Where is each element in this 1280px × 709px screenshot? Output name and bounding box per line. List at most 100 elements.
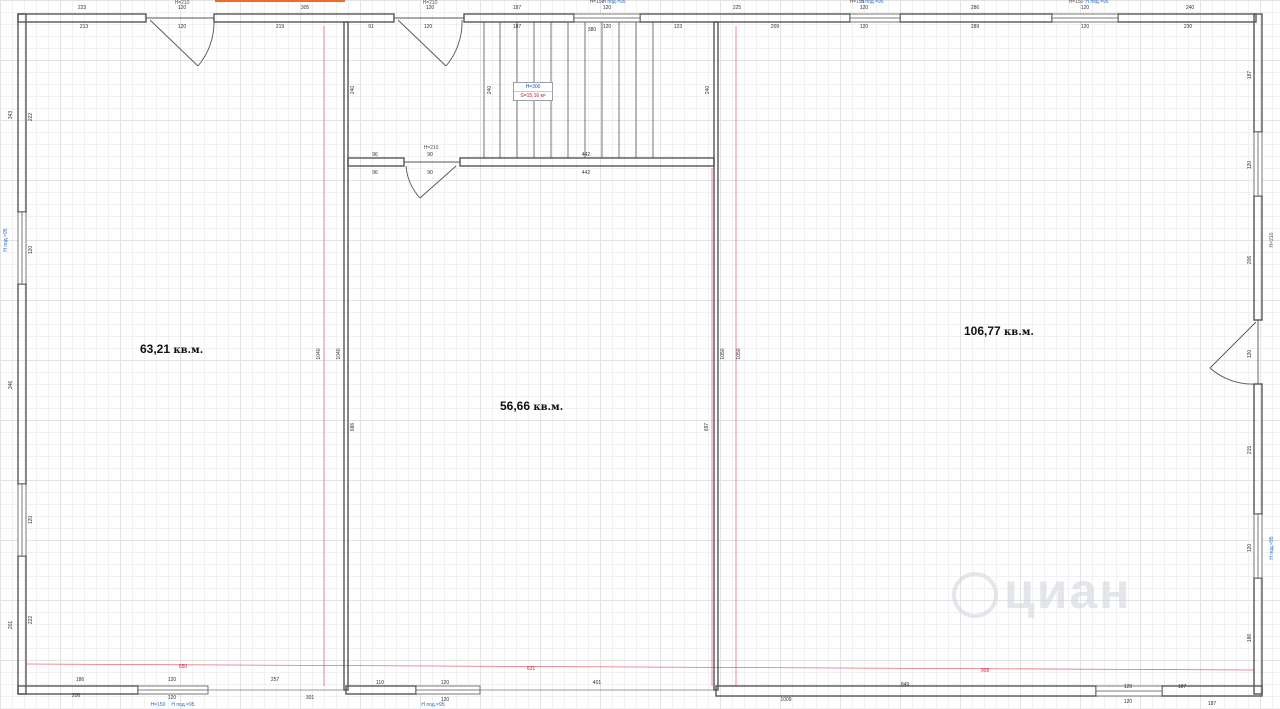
partition-dimension-label: 90	[427, 152, 433, 158]
top-inner-dimension-label: 219	[276, 24, 285, 30]
top-inner-dimension-label: 120	[603, 24, 612, 30]
opening-height-label: H=150	[1069, 0, 1084, 5]
partition-dimension-label: 96	[372, 152, 378, 158]
room-left-area: 63,21 кв.м.	[140, 342, 203, 356]
partition-dimension-label: 442	[582, 170, 591, 176]
bottom-outer-dimension-label: 120	[1124, 699, 1133, 705]
top-inner-dimension-label: 187	[513, 24, 522, 30]
partition-dimension-label: 442	[582, 152, 591, 158]
right-side-dimension-label: 120	[1247, 161, 1253, 170]
top-inner-dimension-label: 230	[1184, 24, 1193, 30]
top-inner-dimension-label: 120	[1081, 24, 1090, 30]
top-inner-dimension-label: 380	[588, 27, 597, 33]
top-outer-dimension-label: 223	[78, 5, 87, 11]
room-left-area-unit: кв.м.	[173, 345, 204, 356]
top-outer-dimension-label: 305	[301, 5, 310, 11]
red-guide-dimension-label: 908	[981, 668, 990, 674]
right-side-dimension-label: 206	[1247, 256, 1253, 265]
window-note-label: H под.=95	[3, 228, 9, 251]
bottom-outer-dimension-label: 206	[72, 693, 81, 699]
left-side-dimension-label: 222	[28, 113, 34, 122]
right-side-dimension-label: 120	[1247, 544, 1253, 553]
watermark-text: циан	[1004, 563, 1132, 619]
vertical-long-dimension-label: 697	[704, 423, 710, 432]
top-outer-dimension-label: 187	[513, 5, 522, 11]
red-guide-dimension-label: 650	[179, 664, 188, 670]
right-side-dimension-label: 120	[1247, 350, 1253, 359]
top-inner-dimension-label: 289	[971, 24, 980, 30]
left-side-dimension-label: 343	[8, 111, 14, 120]
room-right-area-value: 106,77	[964, 324, 1001, 338]
bottom-inner-dimension-label: 186	[76, 677, 85, 683]
top-outer-dimension-label: 120	[1081, 5, 1090, 11]
top-inner-dimension-label: 120	[860, 24, 869, 30]
partition-dimension-label: 240	[705, 86, 711, 95]
stair-height: H=300	[525, 84, 541, 90]
window-note-label: H=150	[151, 702, 166, 708]
opening-height-label: H=210	[175, 0, 190, 6]
window-note-label: H под.=95	[1269, 536, 1275, 559]
opening-height-label: H=210	[423, 0, 438, 6]
vertical-long-dimension-label: 1050	[736, 348, 742, 359]
window-note-label: H под.=95	[602, 0, 625, 5]
right-side-dimension-label: 186	[1247, 634, 1253, 643]
doors	[146, 17, 1259, 385]
top-outer-dimension-label: 120	[603, 5, 612, 11]
bottom-inner-dimension-label: 120	[168, 677, 177, 683]
vertical-long-dimension-label: 1040	[336, 348, 342, 359]
room-left-area-value: 63,21	[140, 342, 171, 356]
window-note-label: H под.=95	[860, 0, 883, 5]
partition-dimension-label: 240	[350, 86, 356, 95]
top-inner-dimension-label: 213	[80, 24, 89, 30]
top-inner-dimension-label: 209	[771, 24, 780, 30]
partition-dimension-label: 90	[427, 170, 433, 176]
bottom-outer-dimension-label: 120	[168, 695, 177, 701]
vertical-long-dimension-label: 686	[350, 423, 356, 432]
stair-area: S=15,16 м²	[514, 91, 552, 100]
bottom-inner-dimension-label: 120	[1124, 684, 1133, 690]
top-inner-dimension-label: 91	[368, 24, 374, 30]
top-inner-dimension-label: 120	[424, 24, 433, 30]
right-side-dimension-label: 187	[1247, 71, 1253, 80]
bottom-inner-dimension-label: 120	[441, 680, 450, 686]
left-side-dimension-label: 222	[28, 616, 34, 625]
window-note-label: H под.=95	[421, 702, 444, 708]
bottom-inner-dimension-label: 257	[271, 677, 280, 683]
stair-tag[interactable]: H=300 S=15,16 м²	[513, 82, 553, 101]
top-inner-dimension-label: 120	[178, 24, 187, 30]
top-outer-dimension-label: 225	[733, 5, 742, 11]
top-outer-dimension-label: 120	[860, 5, 869, 11]
room-center-area: 56,66 кв.м.	[500, 399, 563, 413]
right-side-dimension-label: 215	[1247, 446, 1253, 455]
interior-walls	[343, 21, 719, 691]
partition-dimension-label: 96	[372, 170, 378, 176]
left-side-dimension-label: 120	[28, 516, 34, 525]
red-guide-dimension-label: 631	[527, 666, 536, 672]
bottom-outer-dimension-label: 187	[1208, 701, 1217, 707]
bottom-inner-dimension-label: 849	[901, 682, 910, 688]
room-right-area-unit: кв.м.	[1004, 327, 1034, 338]
opening-height-label: H=210	[1269, 232, 1275, 247]
vertical-long-dimension-label: 1040	[316, 348, 322, 359]
bottom-outer-dimension-label: 1009	[780, 697, 791, 703]
top-inner-dimension-label: 123	[674, 24, 683, 30]
partition-dimension-label: 240	[487, 86, 493, 95]
left-side-dimension-label: 120	[28, 246, 34, 255]
room-right-area: 106,77 кв.м.	[964, 324, 1034, 338]
left-side-dimension-label: 346	[8, 381, 14, 390]
window-note-label: H под.=95	[171, 702, 194, 708]
room-center-area-value: 56,66	[500, 399, 531, 413]
top-outer-dimension-label: 240	[1186, 5, 1195, 11]
top-outer-dimension-label: 286	[971, 5, 980, 11]
vertical-long-dimension-label: 1050	[720, 348, 726, 359]
left-side-dimension-label: 201	[8, 621, 14, 630]
watermark-logo-icon	[952, 571, 998, 618]
opening-height-label: H=210	[424, 145, 439, 151]
window-note-label: H под.=95	[1085, 0, 1108, 5]
bottom-inner-dimension-label: 110	[376, 680, 384, 686]
bottom-inner-dimension-label: 401	[593, 680, 602, 686]
bottom-outer-dimension-label: 301	[306, 695, 315, 701]
bottom-inner-dimension-label: 187	[1178, 684, 1187, 690]
room-center-area-unit: кв.м.	[533, 402, 564, 413]
watermark: циан	[952, 562, 1131, 620]
